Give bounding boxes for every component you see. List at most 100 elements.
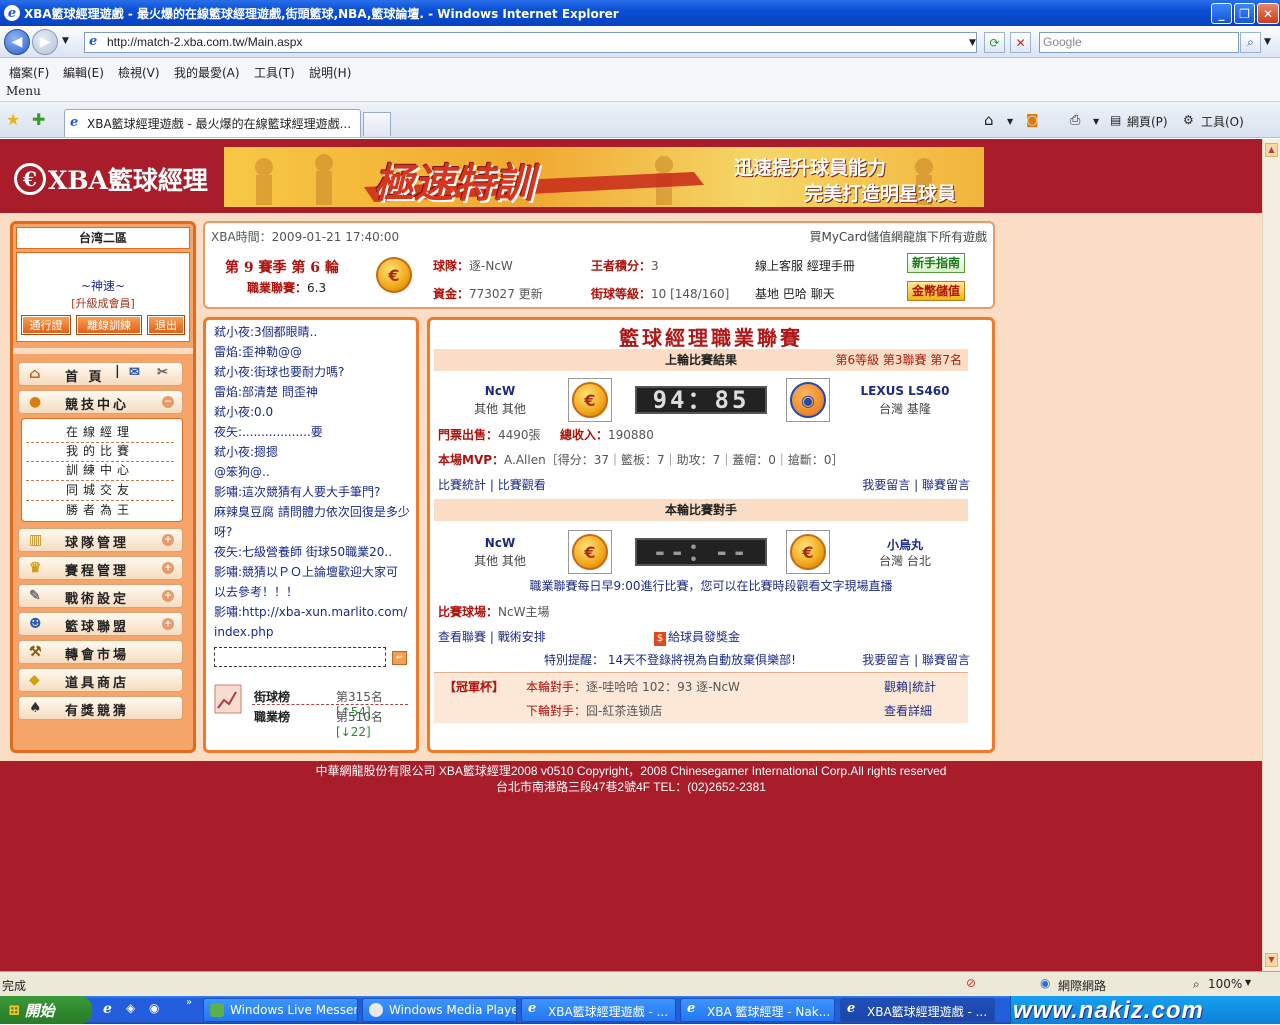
- quicklaunch-expand-icon[interactable]: »: [186, 997, 192, 1008]
- tactics-link[interactable]: 戰術安排: [498, 630, 546, 644]
- forward-button[interactable]: ▶: [32, 29, 58, 55]
- away-team-name[interactable]: LEXUS LS460: [840, 384, 970, 398]
- search-dropdown-icon[interactable]: ▼: [1264, 37, 1271, 47]
- leave-message-link[interactable]: 我要留言: [862, 478, 910, 492]
- menu-favorites[interactable]: 我的最愛(A): [174, 64, 240, 81]
- minimize-button[interactable]: _: [1211, 3, 1232, 24]
- search-icon[interactable]: ⌕: [1240, 32, 1261, 53]
- next-home-team-name[interactable]: NcW: [430, 536, 570, 550]
- tab-xba[interactable]: e XBA籃球經理遊戲 - 最火爆的在線籃球經理遊戲...: [64, 109, 361, 137]
- address-dropdown-icon[interactable]: ▼: [962, 32, 983, 53]
- promo-banner[interactable]: 極速特訓 迅速提升球員能力 完美打造明星球員: [224, 147, 984, 207]
- offline-training-button[interactable]: 離線訓練: [76, 315, 142, 335]
- view-league-link[interactable]: 查看聯賽: [438, 630, 486, 644]
- site-logo[interactable]: € XBA籃球經理: [14, 161, 208, 197]
- bahamut-link[interactable]: 巴哈: [783, 287, 807, 301]
- home-icon[interactable]: ⌂: [984, 111, 994, 129]
- sidebar-item-schedule[interactable]: ♛ 賽程管理 +: [18, 556, 183, 580]
- send-button[interactable]: ↵: [392, 651, 407, 665]
- sidebar-item-home[interactable]: ⌂ 首 頁 | ✉ ✂: [18, 362, 183, 386]
- sidebar-item-quiz[interactable]: ♠ 有獎競猜: [18, 696, 183, 720]
- mycard-link[interactable]: 買MyCard儲值網龍旗下所有遊戲: [809, 228, 987, 245]
- sub-city-friends[interactable]: 同城交友: [26, 481, 174, 501]
- career-rank-label[interactable]: 職業榜: [254, 708, 290, 725]
- page-menu-button[interactable]: 網頁(P): [1127, 113, 1168, 130]
- scroll-down-icon[interactable]: ▼: [1265, 953, 1278, 967]
- league-message-link[interactable]: 聯賽留言: [922, 653, 970, 667]
- maximize-button[interactable]: ❐: [1234, 3, 1255, 24]
- address-input[interactable]: e http://match-2.xba.com.tw/Main.aspx: [84, 32, 977, 53]
- sidebar-item-league[interactable]: ☻ 籃球聯盟 +: [18, 612, 183, 636]
- chat-link[interactable]: 聊天: [811, 287, 835, 301]
- expand-icon[interactable]: +: [162, 562, 174, 574]
- sub-my-matches[interactable]: 我的比賽: [26, 442, 174, 462]
- menu-help[interactable]: 說明(H): [309, 64, 351, 81]
- task-messenger[interactable]: Windows Live Messen...: [203, 998, 358, 1022]
- gold-topup-button[interactable]: 金幣儲值: [907, 281, 965, 301]
- media-quicklaunch-icon[interactable]: ◉: [149, 1001, 159, 1015]
- favorites-star-icon[interactable]: ★: [6, 110, 20, 129]
- sub-training-center[interactable]: 訓練中心: [26, 461, 174, 481]
- new-tab-button[interactable]: [363, 112, 391, 136]
- match-stats-link[interactable]: 比賽統計: [438, 478, 486, 492]
- zoom-level[interactable]: 100%: [1208, 977, 1242, 991]
- sidebar-item-shop[interactable]: ◆ 道具商店: [18, 668, 183, 692]
- service-link[interactable]: 線上客服: [755, 259, 803, 273]
- task-xba-1[interactable]: e XBA籃球經理遊戲 - ...: [521, 998, 676, 1022]
- zoom-dropdown-icon[interactable]: ▼: [1245, 978, 1251, 987]
- manual-link[interactable]: 經理手冊: [807, 259, 855, 273]
- sidebar-item-competition[interactable]: ● 競技中心 −: [18, 390, 183, 414]
- league-message-link[interactable]: 聯賽留言: [922, 478, 970, 492]
- task-media-player[interactable]: Windows Media Player: [362, 998, 517, 1022]
- add-favorite-icon[interactable]: ✚: [32, 110, 45, 129]
- feeds-icon[interactable]: ◙: [1026, 113, 1039, 128]
- cup-watch-link[interactable]: 觀賴: [884, 680, 908, 694]
- refresh-button[interactable]: ⟳: [984, 32, 1005, 53]
- close-button[interactable]: ✕: [1257, 3, 1279, 24]
- menu-edit[interactable]: 編輯(E): [63, 64, 104, 81]
- pass-button[interactable]: 通行證: [21, 315, 71, 335]
- home-dropdown-icon[interactable]: ▼: [1007, 117, 1013, 126]
- leave-message-link[interactable]: 我要留言: [862, 653, 910, 667]
- sub-online-managers[interactable]: 在線經理: [26, 423, 174, 443]
- cup-detail-link[interactable]: 查看詳細: [884, 702, 932, 719]
- history-dropdown-icon[interactable]: ▼: [62, 36, 69, 46]
- print-icon[interactable]: ⎙: [1070, 113, 1080, 128]
- home-team-name[interactable]: NcW: [430, 384, 570, 398]
- scroll-up-icon[interactable]: ▲: [1265, 143, 1278, 157]
- expand-icon[interactable]: +: [162, 534, 174, 546]
- sidebar-item-team[interactable]: ▥ 球隊管理 +: [18, 528, 183, 552]
- collapse-icon[interactable]: −: [162, 396, 174, 408]
- update-link[interactable]: 更新: [519, 287, 543, 301]
- upgrade-link[interactable]: [升級成會員]: [17, 295, 189, 311]
- menu-view[interactable]: 檢視(V): [118, 64, 160, 81]
- bonus-link[interactable]: $ 給球員發獎金: [654, 628, 740, 646]
- task-xba-3[interactable]: e XBA籃球經理遊戲 - ...: [840, 998, 995, 1022]
- settings-tools-icon[interactable]: ✂: [157, 365, 168, 380]
- sidebar-item-tactics[interactable]: ✎ 戰術設定 +: [18, 584, 183, 608]
- tools-menu-button[interactable]: 工具(O): [1201, 113, 1244, 130]
- back-button[interactable]: ◀: [4, 29, 30, 55]
- vertical-scrollbar[interactable]: ▲ ▼: [1262, 139, 1280, 971]
- match-watch-link[interactable]: 比賽觀看: [498, 478, 546, 492]
- next-away-team-name[interactable]: 小烏丸: [840, 536, 970, 553]
- sub-winner[interactable]: 勝者為王: [26, 501, 174, 521]
- search-input[interactable]: Google: [1039, 32, 1239, 53]
- logout-button[interactable]: 退出: [147, 315, 185, 335]
- chat-input[interactable]: [214, 647, 386, 667]
- quicklaunch-icon[interactable]: ◈: [126, 1001, 135, 1015]
- menu-tools[interactable]: 工具(T): [254, 64, 295, 81]
- base-link[interactable]: 基地: [755, 287, 779, 301]
- task-xba-2[interactable]: e XBA 籃球經理 - Nak...: [680, 998, 835, 1022]
- start-button[interactable]: ⊞ 開始: [0, 996, 92, 1024]
- print-dropdown-icon[interactable]: ▼: [1093, 117, 1099, 126]
- stop-button[interactable]: ✕: [1010, 32, 1031, 53]
- cup-stats-link[interactable]: 統計: [912, 680, 936, 694]
- street-rank-label[interactable]: 街球榜: [254, 688, 290, 705]
- expand-icon[interactable]: +: [162, 618, 174, 630]
- newbie-guide-button[interactable]: 新手指南: [907, 253, 965, 273]
- expand-icon[interactable]: +: [162, 590, 174, 602]
- menu-file[interactable]: 檔案(F): [9, 64, 49, 81]
- ie-quicklaunch-icon[interactable]: e: [103, 1001, 112, 1017]
- mail-icon[interactable]: ✉: [129, 365, 140, 380]
